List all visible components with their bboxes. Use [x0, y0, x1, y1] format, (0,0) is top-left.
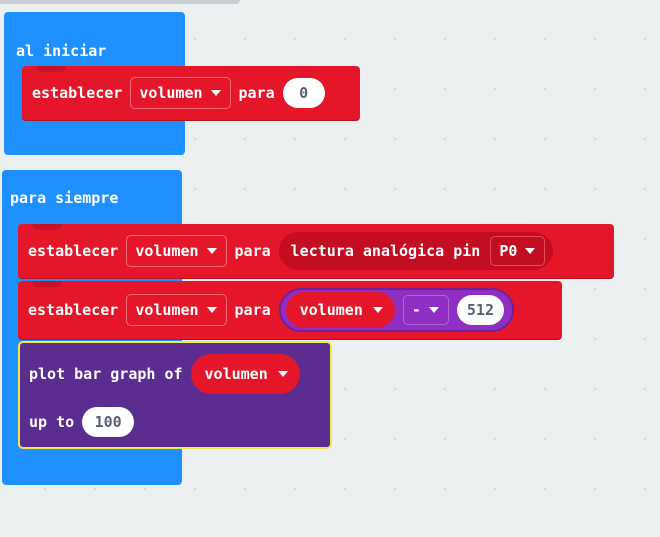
- on-start-label: al iniciar: [16, 42, 107, 60]
- set-keyword: establecer: [28, 301, 119, 319]
- forever-label: para siempre: [10, 189, 119, 207]
- variable-dropdown-label: volumen: [135, 301, 199, 319]
- variable-dropdown-label: volumen: [139, 84, 203, 102]
- value-input[interactable]: 0: [282, 78, 325, 108]
- subtract-reporter[interactable]: volumen - 512: [278, 288, 514, 332]
- caret-down-icon: [206, 307, 217, 313]
- set-volume-analog-block[interactable]: establecer volumen para lectura analógic…: [18, 224, 614, 278]
- caret-down-icon: [210, 90, 221, 96]
- set-keyword: establecer: [28, 242, 119, 260]
- caret-down-icon: [372, 307, 383, 313]
- analog-read-reporter[interactable]: lectura analógica pin P0: [278, 232, 554, 270]
- up-to-input[interactable]: 100: [82, 407, 135, 437]
- to-keyword: para: [234, 242, 271, 260]
- to-keyword: para: [238, 84, 275, 102]
- pin-dropdown[interactable]: P0: [490, 236, 546, 266]
- operand-variable-label: volumen: [299, 301, 363, 319]
- operand-value-input[interactable]: 512: [456, 295, 504, 325]
- set-keyword: establecer: [32, 84, 123, 102]
- caret-down-icon: [428, 307, 439, 313]
- operator-dropdown[interactable]: -: [402, 295, 449, 325]
- up-to-label: up to: [29, 413, 75, 431]
- plot-variable-label: volumen: [204, 365, 268, 383]
- set-volume-math-block[interactable]: establecer volumen para volumen - 512: [18, 281, 562, 339]
- variable-dropdown[interactable]: volumen: [126, 294, 227, 326]
- variable-dropdown[interactable]: volumen: [126, 235, 227, 267]
- variable-dropdown-label: volumen: [135, 242, 199, 260]
- plot-bar-graph-block[interactable]: plot bar graph of volumen up to 100: [18, 341, 332, 449]
- analog-read-label: lectura analógica pin: [290, 242, 481, 260]
- operator-dropdown-label: -: [411, 301, 421, 319]
- set-volume-zero-block[interactable]: establecer volumen para 0: [22, 66, 360, 120]
- pin-dropdown-label: P0: [499, 242, 518, 260]
- plot-label: plot bar graph of: [29, 365, 183, 383]
- to-keyword: para: [234, 301, 271, 319]
- caret-down-icon: [206, 248, 217, 254]
- caret-down-icon: [525, 248, 536, 254]
- caret-down-icon: [277, 371, 288, 377]
- toolbox-edge: [0, 0, 240, 4]
- variable-dropdown[interactable]: volumen: [130, 77, 231, 109]
- operand-variable-reporter[interactable]: volumen: [285, 292, 395, 328]
- plot-variable-reporter[interactable]: volumen: [190, 354, 300, 394]
